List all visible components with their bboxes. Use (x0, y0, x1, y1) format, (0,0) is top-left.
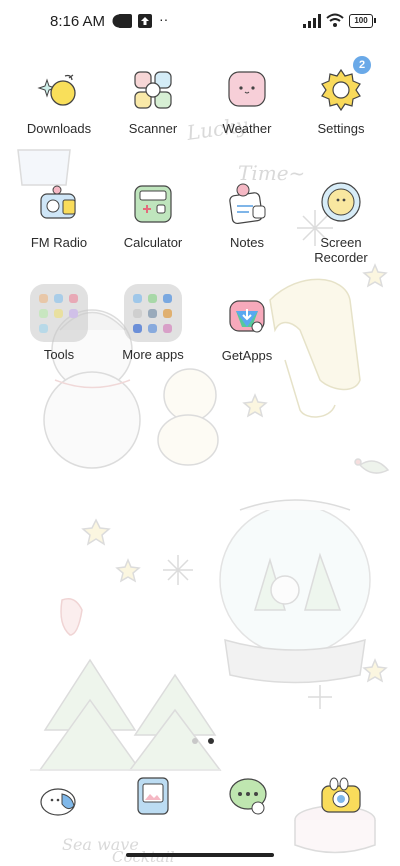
more-apps-mini-icon (133, 324, 142, 333)
page-indicator (189, 731, 217, 749)
more-apps-folder-icon (124, 284, 182, 342)
app-label-notes: Notes (230, 235, 264, 250)
app-label-weather: Weather (222, 121, 272, 136)
app-weather[interactable]: Weather (199, 66, 295, 136)
messages-icon (229, 778, 267, 815)
page-dot-1[interactable] (192, 738, 198, 744)
screen-recorder-icon (317, 180, 365, 228)
tools-mini-icon (39, 294, 48, 303)
dock-camera[interactable] (318, 776, 364, 821)
tools-mini-icon (39, 309, 48, 318)
notes-icon (223, 180, 271, 228)
battery-icon: 100 (349, 14, 373, 28)
app-label-tools: Tools (43, 347, 75, 362)
more-apps-mini-icon (163, 294, 172, 303)
dock-phone[interactable] (36, 776, 80, 825)
status-time: 8:16 AM (50, 13, 106, 30)
more-apps-mini-icon (163, 309, 172, 318)
app-more-apps-folder[interactable]: More apps (105, 284, 201, 362)
getapps-icon (223, 293, 271, 341)
dock-messages[interactable] (226, 776, 270, 821)
settings-badge: 2 (353, 56, 371, 74)
more-apps-mini-icon (133, 294, 142, 303)
tools-mini-icon (54, 294, 63, 303)
page-dot-2-active[interactable] (208, 738, 215, 744)
tools-mini-icon (69, 309, 78, 318)
app-downloads[interactable]: Downloads (11, 66, 107, 136)
app-scanner[interactable]: Scanner (105, 66, 201, 136)
tools-mini-icon (39, 324, 48, 333)
phone-icon (40, 788, 76, 816)
app-label-downloads: Downloads (26, 121, 92, 136)
battery-level: 100 (354, 16, 368, 25)
tools-mini-icon (54, 309, 63, 318)
app-label-calculator: Calculator (123, 235, 183, 250)
app-label-more-apps: More apps (122, 347, 184, 362)
home-gesture-bar[interactable] (126, 853, 274, 857)
app-notes[interactable]: Notes (199, 180, 295, 250)
app-label-getapps: GetApps (221, 348, 273, 363)
app-tools-folder[interactable]: Tools (11, 284, 107, 362)
gallery-icon (137, 777, 169, 815)
camera-icon (321, 777, 361, 813)
weather-icon (223, 66, 271, 114)
more-apps-mini-icon (133, 309, 142, 318)
app-label-screen-recorder: Screen Recorder (314, 235, 368, 265)
notification-stop-icon (118, 14, 132, 28)
tools-folder-icon (30, 284, 88, 342)
app-settings[interactable]: 2 Settings (293, 56, 389, 136)
status-bar: 8:16 AM ·· 100 (0, 0, 400, 44)
notification-upload-icon (138, 14, 152, 28)
fm-radio-icon (35, 180, 83, 228)
app-fm-radio[interactable]: FM Radio (11, 180, 107, 250)
app-label-fm-radio: FM Radio (30, 235, 88, 250)
battery-tip (374, 18, 376, 23)
downloads-icon (35, 66, 83, 114)
wallpaper-text-cocktail: Cocktail (112, 848, 175, 866)
dock-gallery[interactable] (134, 776, 172, 821)
more-apps-mini-icon (148, 324, 157, 333)
app-screen-recorder[interactable]: Screen Recorder (293, 180, 389, 265)
app-label-settings: Settings (317, 121, 365, 136)
app-label-scanner: Scanner (128, 121, 178, 136)
app-getapps[interactable]: GetApps (199, 293, 295, 363)
status-more: ·· (159, 11, 169, 27)
signal-icon (303, 14, 321, 28)
more-apps-mini-icon (148, 294, 157, 303)
app-calculator[interactable]: Calculator (105, 180, 201, 250)
tools-mini-icon (69, 294, 78, 303)
scanner-icon (129, 66, 177, 114)
settings-icon: 2 (317, 56, 371, 114)
wifi-icon (326, 13, 344, 27)
more-apps-mini-icon (148, 309, 157, 318)
calculator-icon (129, 180, 177, 228)
more-apps-mini-icon (163, 324, 172, 333)
